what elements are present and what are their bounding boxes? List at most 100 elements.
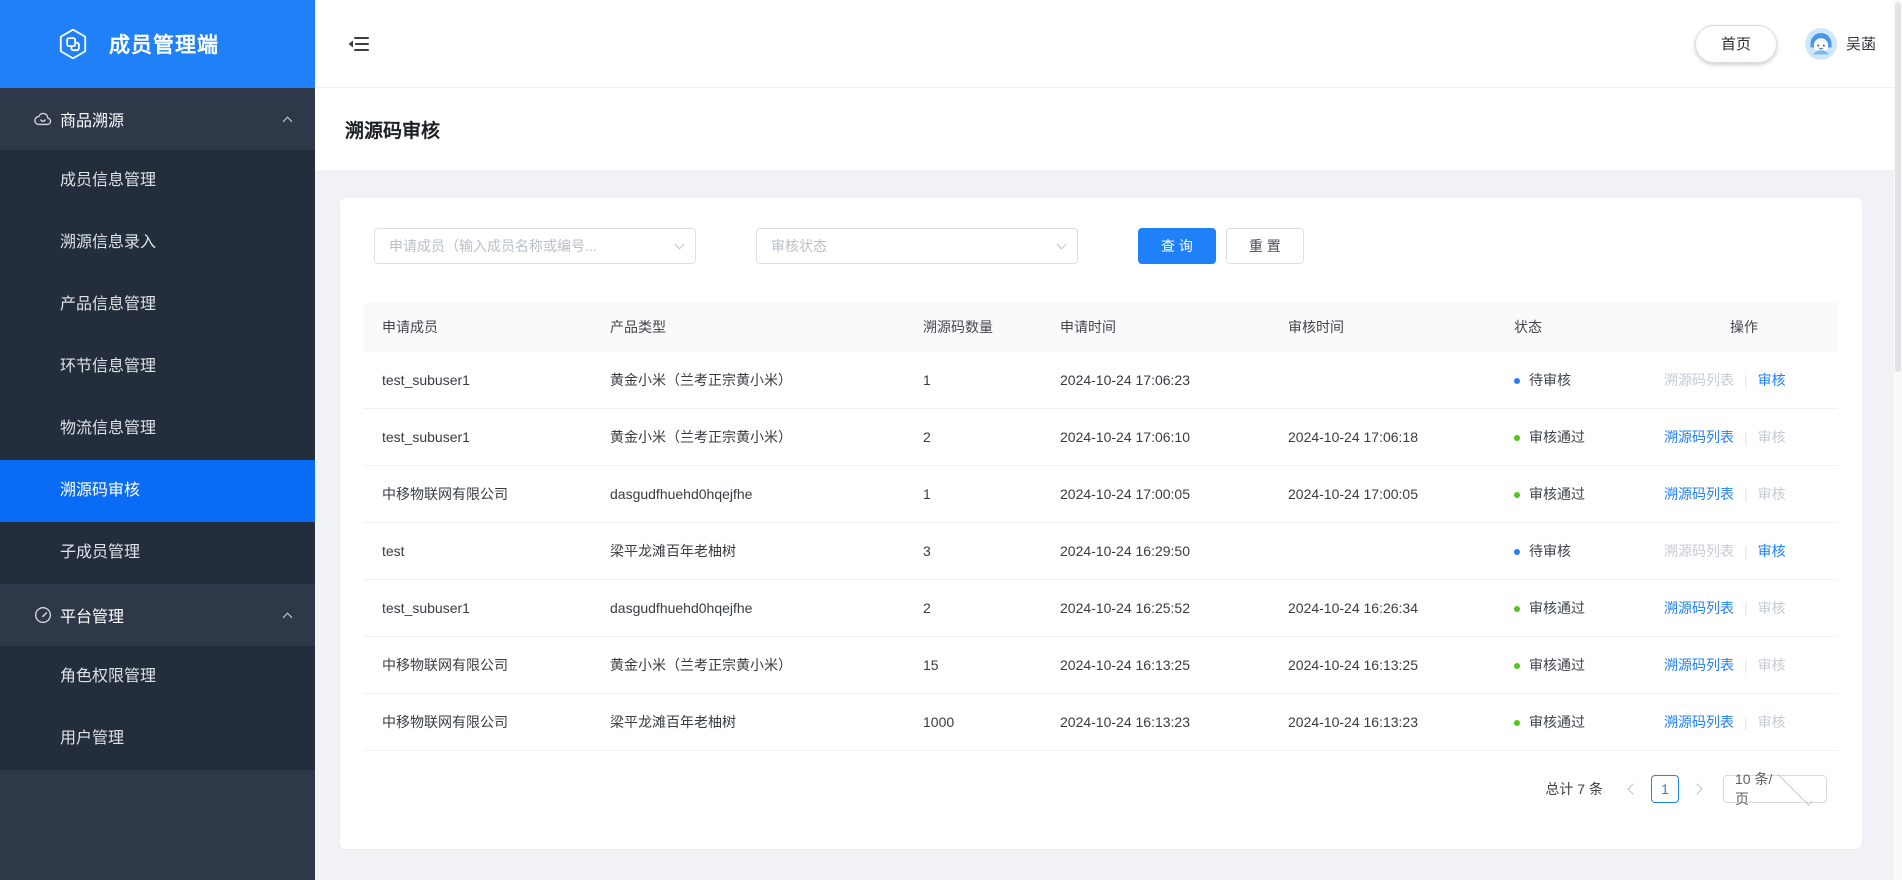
sidebar-item-角色权限管理[interactable]: 角色权限管理 xyxy=(0,646,315,708)
column-header-status: 状态 xyxy=(1514,319,1542,335)
trace-code-list-link[interactable]: 溯源码列表 xyxy=(1664,714,1734,730)
pagination: 总计 7 条 1 10 条/页 xyxy=(1545,770,1827,807)
cell-review-time: 2024-10-24 16:13:23 xyxy=(1288,714,1418,730)
status-dot-icon xyxy=(1514,549,1520,556)
gauge-icon xyxy=(33,605,53,625)
username[interactable]: 吴菡 xyxy=(1846,33,1876,54)
action-separator: | xyxy=(1744,600,1748,616)
trace-code-list-link[interactable]: 溯源码列表 xyxy=(1664,429,1734,445)
prev-page-button[interactable] xyxy=(1623,783,1643,795)
cell-product: dasgudfhuehd0hqejfhe xyxy=(610,486,753,502)
status-label: 审核通过 xyxy=(1529,714,1585,730)
cell-qty: 1 xyxy=(923,486,931,502)
cell-review-time: 2024-10-24 16:13:25 xyxy=(1288,657,1418,673)
status-dot-icon xyxy=(1514,435,1520,442)
cell-product: 梁平龙滩百年老柚树 xyxy=(610,543,736,559)
table-row: 中移物联网有限公司 黄金小米（兰考正宗黄小米） 15 2024-10-24 16:13… xyxy=(364,637,1838,694)
topbar-right: 首页 吴菡 xyxy=(1694,24,1876,63)
member-select[interactable]: 申请成员（输入成员名称或编号... xyxy=(374,228,696,264)
sidebar-item-物流信息管理[interactable]: 物流信息管理 xyxy=(0,398,315,460)
cell-qty: 1 xyxy=(923,372,931,388)
table-row: 中移物联网有限公司 dasgudfhuehd0hqejfhe 1 2024-10-24… xyxy=(364,466,1838,523)
cell-actions: 溯源码列表 | 审核 xyxy=(1650,427,1838,447)
cell-actions: 溯源码列表 | 审核 xyxy=(1650,541,1838,561)
content-card: 申请成员（输入成员名称或编号... 审核状态 查 询 重 置 申请成员 产品类型溯… xyxy=(340,198,1862,849)
review-link[interactable]: 审核 xyxy=(1758,372,1786,388)
page-size-value: 10 条/页 xyxy=(1735,771,1773,807)
cell-product: dasgudfhuehd0hqejfhe xyxy=(610,600,753,616)
cell-member: test_subuser1 xyxy=(382,600,470,616)
table-row: test_subuser1 dasgudfhuehd0hqejfhe 2 2024-1… xyxy=(364,580,1838,637)
sidebar-group-label: 商品溯源 xyxy=(60,113,125,130)
status-select-placeholder: 审核状态 xyxy=(771,238,827,254)
sidebar-item-label: 子成员管理 xyxy=(60,544,141,561)
filter-bar: 申请成员（输入成员名称或编号... 审核状态 查 询 重 置 xyxy=(374,228,1304,264)
review-link: 审核 xyxy=(1757,600,1786,616)
cell-actions: 溯源码列表 | 审核 xyxy=(1650,484,1838,504)
sidebar-item-label: 溯源码审核 xyxy=(60,482,141,499)
column-header-actions: 操作 xyxy=(1730,319,1758,335)
sidebar-item-环节信息管理[interactable]: 环节信息管理 xyxy=(0,336,315,398)
cell-apply-time: 2024-10-24 16:13:25 xyxy=(1060,657,1190,673)
trace-code-list-link[interactable]: 溯源码列表 xyxy=(1664,600,1734,616)
status-label: 审核通过 xyxy=(1529,486,1585,502)
cloud-icon xyxy=(33,109,53,129)
cell-member: 中移物联网有限公司 xyxy=(382,486,508,502)
status-dot-icon xyxy=(1514,606,1520,613)
app-logo: 成员管理端 xyxy=(0,0,315,88)
trace-code-list-link[interactable]: 溯源码列表 xyxy=(1664,657,1734,673)
sidebar-item-溯源信息录入[interactable]: 溯源信息录入 xyxy=(0,212,315,274)
next-page-button[interactable] xyxy=(1687,783,1707,795)
search-button[interactable]: 查 询 xyxy=(1138,228,1216,264)
action-separator: | xyxy=(1744,486,1748,502)
user-avatar[interactable] xyxy=(1804,27,1837,60)
cell-qty: 1000 xyxy=(923,714,955,730)
table-row: test 梁平龙滩百年老柚树 3 2024-10-24 16:29:50 待审核 溯源码列… xyxy=(364,523,1838,580)
sidebar-item-溯源码审核[interactable]: 溯源码审核 xyxy=(0,460,315,522)
cell-apply-time: 2024-10-24 17:06:23 xyxy=(1060,372,1190,388)
action-separator: | xyxy=(1744,657,1748,673)
sidebar-group-platform[interactable]: 平台管理 xyxy=(0,584,315,646)
content: 申请成员（输入成员名称或编号... 审核状态 查 询 重 置 申请成员 产品类型溯… xyxy=(315,170,1902,880)
cell-qty: 15 xyxy=(923,657,939,673)
status-label: 审核通过 xyxy=(1529,429,1585,445)
pagination-total: 总计 7 条 xyxy=(1545,781,1603,797)
cell-member: 中移物联网有限公司 xyxy=(382,657,508,673)
cell-actions: 溯源码列表 | 审核 xyxy=(1650,598,1838,618)
status-select[interactable]: 审核状态 xyxy=(756,228,1078,264)
table-header: 申请成员 产品类型 溯源码数量 申请时间 审核时间 状态 操作 xyxy=(364,302,1838,352)
sidebar-item-label: 环节信息管理 xyxy=(60,358,157,375)
review-link[interactable]: 审核 xyxy=(1758,543,1786,559)
cell-status: 审核通过 xyxy=(1514,484,1650,504)
page-size-select[interactable]: 10 条/页 xyxy=(1723,770,1827,807)
action-separator: | xyxy=(1744,714,1748,730)
sidebar-item-用户管理[interactable]: 用户管理 xyxy=(0,708,315,770)
sidebar-item-产品信息管理[interactable]: 产品信息管理 xyxy=(0,274,315,336)
app-title: 成员管理端 xyxy=(109,34,219,57)
sidebar-item-成员信息管理[interactable]: 成员信息管理 xyxy=(0,150,315,212)
sidebar-item-子成员管理[interactable]: 子成员管理 xyxy=(0,522,315,584)
window-scrollbar[interactable] xyxy=(1894,0,1902,880)
cell-member: test_subuser1 xyxy=(382,372,470,388)
cell-qty: 2 xyxy=(923,429,931,445)
current-page-button[interactable]: 1 xyxy=(1651,775,1679,803)
cell-product: 黄金小米（兰考正宗黄小米） xyxy=(610,372,792,388)
sidebar: 成员管理端 商品溯源成员信息管理 溯源信息录入 产品信息管理环节信息管理物流信息管理… xyxy=(0,0,315,880)
logo-icon xyxy=(59,28,87,60)
cell-status: 审核通过 xyxy=(1514,712,1650,732)
review-link: 审核 xyxy=(1757,714,1786,730)
cell-apply-time: 2024-10-24 17:00:05 xyxy=(1060,486,1190,502)
home-button[interactable]: 首页 xyxy=(1694,24,1777,63)
reset-button[interactable]: 重 置 xyxy=(1225,228,1304,264)
status-label: 待审核 xyxy=(1529,543,1571,559)
scrollbar-thumb[interactable] xyxy=(1895,2,1901,372)
chevron-up-icon xyxy=(282,612,293,622)
sidebar-group-product-trace[interactable]: 商品溯源 xyxy=(0,88,315,150)
trace-code-list-link[interactable]: 溯源码列表 xyxy=(1664,486,1734,502)
cell-product: 黄金小米（兰考正宗黄小米） xyxy=(610,429,792,445)
chevron-down-icon xyxy=(1777,770,1813,806)
cell-apply-time: 2024-10-24 16:25:52 xyxy=(1060,600,1190,616)
collapse-sidebar-icon[interactable] xyxy=(345,31,371,57)
cell-status: 审核通过 xyxy=(1514,655,1650,675)
status-label: 审核通过 xyxy=(1529,600,1585,616)
